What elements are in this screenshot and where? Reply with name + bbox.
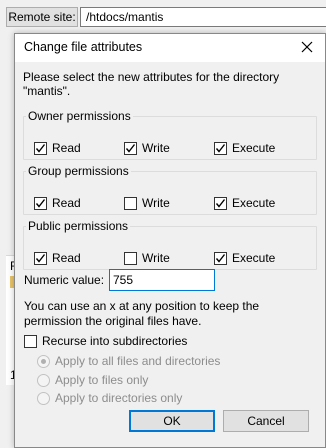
ok-button[interactable]: OK — [129, 410, 215, 432]
checkbox-label: Write — [142, 196, 170, 210]
public-write-checkbox[interactable]: Write — [124, 251, 170, 265]
background-left-pane — [0, 34, 14, 448]
group-title: Group permissions — [26, 164, 131, 178]
recurse-label: Recurse into subdirectories — [42, 334, 188, 348]
numeric-value-input[interactable]: 755 — [109, 269, 215, 291]
dialog-titlebar: Change file attributes — [15, 34, 325, 62]
radio-dot[interactable] — [37, 373, 50, 387]
remote-site-label: Remote site: — [6, 7, 78, 27]
group-execute-checkbox[interactable]: Execute — [214, 196, 275, 210]
owner-permissions-group: Owner permissions Read Write Execute — [23, 109, 317, 160]
radio-label: Apply to files only — [55, 373, 149, 387]
hint-text: You can use an x at any position to keep… — [24, 299, 260, 328]
checkbox-label: Read — [52, 251, 81, 265]
checkmark-icon — [125, 143, 136, 153]
group-title: Owner permissions — [26, 109, 133, 123]
checkbox-box[interactable] — [124, 196, 137, 210]
remote-path-input[interactable]: /htdocs/mantis — [80, 7, 326, 27]
owner-execute-checkbox[interactable]: Execute — [214, 141, 275, 155]
checkmark-icon — [35, 253, 46, 263]
radio-label: Apply to all files and directories — [55, 354, 221, 368]
checkbox-box[interactable] — [214, 196, 227, 210]
remote-site-bar: Remote site: /htdocs/mantis — [0, 0, 326, 34]
checkbox-box[interactable] — [214, 251, 227, 265]
checkbox-box[interactable] — [214, 141, 227, 155]
radio-dot[interactable] — [37, 391, 50, 405]
group-permissions-group: Group permissions Read Write Execute — [23, 164, 317, 215]
change-file-attributes-dialog: Change file attributes Please select the… — [14, 33, 326, 448]
owner-read-checkbox[interactable]: Read — [34, 141, 81, 155]
cancel-button[interactable]: Cancel — [223, 410, 309, 432]
checkbox-label: Write — [142, 251, 170, 265]
group-title: Public permissions — [26, 219, 131, 233]
public-execute-checkbox[interactable]: Execute — [214, 251, 275, 265]
checkbox-label: Execute — [232, 196, 276, 210]
public-read-checkbox[interactable]: Read — [34, 251, 81, 265]
radio-dot[interactable] — [37, 354, 50, 368]
public-permissions-group: Public permissions Read Write Execute — [23, 219, 317, 270]
intro-text: Please select the new attributes for the… — [23, 70, 280, 98]
checkbox-label: Read — [52, 196, 81, 210]
group-write-checkbox[interactable]: Write — [124, 196, 170, 210]
checkmark-icon — [35, 143, 46, 153]
radio-apply-directories[interactable]: Apply to directories only — [37, 391, 182, 405]
group-read-checkbox[interactable]: Read — [34, 196, 81, 210]
checkbox-label: Write — [142, 141, 170, 155]
numeric-value-label: Numeric value: — [24, 273, 105, 287]
checkbox-label: Execute — [232, 141, 276, 155]
checkmark-icon — [215, 143, 226, 153]
checkbox-label: Execute — [232, 251, 276, 265]
checkmark-icon — [215, 253, 226, 263]
recurse-checkbox[interactable]: Recurse into subdirectories — [24, 334, 187, 348]
radio-apply-all[interactable]: Apply to all files and directories — [37, 354, 220, 368]
checkbox-box[interactable] — [34, 251, 47, 265]
radio-apply-files[interactable]: Apply to files only — [37, 373, 148, 387]
radio-label: Apply to directories only — [55, 391, 183, 405]
close-icon[interactable] — [299, 39, 315, 55]
checkbox-box[interactable] — [124, 251, 137, 265]
dialog-title: Change file attributes — [24, 40, 143, 54]
checkbox-label: Read — [52, 141, 81, 155]
checkmark-icon — [35, 198, 46, 208]
checkmark-icon — [215, 198, 226, 208]
recurse-checkbox-box[interactable] — [24, 334, 37, 348]
checkbox-box[interactable] — [34, 196, 47, 210]
owner-write-checkbox[interactable]: Write — [124, 141, 170, 155]
checkbox-box[interactable] — [34, 141, 47, 155]
checkbox-box[interactable] — [124, 141, 137, 155]
